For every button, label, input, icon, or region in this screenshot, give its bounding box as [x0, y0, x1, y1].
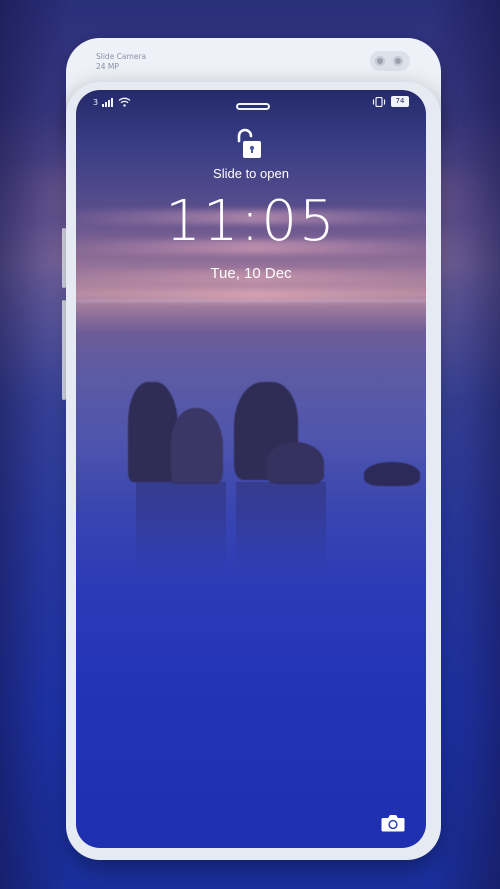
earpiece-indicator: [236, 103, 270, 110]
battery-icon: 74: [391, 96, 409, 107]
signal-icon: [102, 97, 114, 107]
front-camera-lens-left: [375, 56, 385, 66]
slider-title: Slide Camera: [96, 52, 147, 61]
status-bar-left: 3: [93, 97, 131, 107]
clock-date: Tue, 10 Dec: [210, 265, 292, 282]
vibrate-icon: [372, 96, 386, 107]
slider-subtitle: 24 MP: [96, 62, 119, 71]
wifi-icon: [118, 97, 131, 107]
lock-screen[interactable]: 3 74 Slide to open 11:05 Tue, 10 Dec: [76, 90, 426, 848]
status-bar-right: 74: [372, 96, 409, 107]
horizon-line: [76, 300, 426, 302]
slide-to-open-label: Slide to open: [213, 166, 289, 181]
carrier-label: 3: [93, 97, 99, 107]
front-camera-lens-right: [393, 56, 403, 66]
camera-icon[interactable]: [380, 812, 406, 834]
unlock-icon[interactable]: [233, 127, 269, 161]
clock-time: 11:05: [165, 189, 337, 254]
